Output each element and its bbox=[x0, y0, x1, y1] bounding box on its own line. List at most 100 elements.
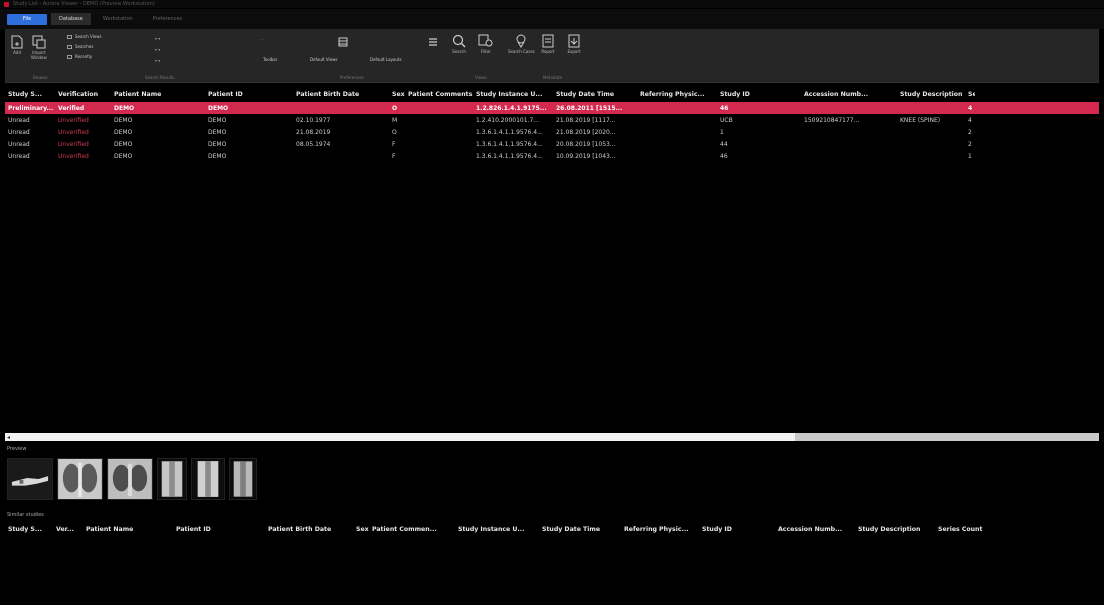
column-header[interactable]: Accession Numb... bbox=[801, 91, 897, 98]
report-button[interactable]: Report bbox=[541, 34, 555, 54]
column-header[interactable]: Study Description bbox=[897, 91, 965, 98]
table-cell: 1.3.6.1.4.1.1.9576.4... bbox=[476, 152, 543, 160]
search-label: Search bbox=[452, 49, 466, 54]
similar-column-header[interactable]: Patient Birth Date bbox=[265, 526, 353, 533]
grid-icon bbox=[338, 37, 348, 47]
similar-column-header[interactable]: Study Description bbox=[855, 526, 935, 533]
table-cell: 4 bbox=[968, 116, 972, 124]
table-cell: O bbox=[392, 128, 397, 136]
recently-item[interactable]: Recently bbox=[67, 54, 92, 59]
table-cell: Unread bbox=[8, 128, 30, 136]
thumbnail-chest-xray-1[interactable] bbox=[57, 458, 103, 500]
table-cell: 21.08.2019 [1117... bbox=[556, 116, 616, 124]
default-views-item[interactable]: Default Views bbox=[310, 57, 337, 62]
horizontal-scrollbar[interactable]: ◂ bbox=[5, 433, 1099, 441]
table-row[interactable]: Unread Unverified DEMO DEMO F 1.3.6.1.4.1.1.9… bbox=[5, 150, 1099, 162]
import-window-label: Import Window bbox=[31, 50, 47, 60]
column-header[interactable]: Patient Name bbox=[111, 91, 205, 98]
default-layouts-item[interactable]: Default Layouts bbox=[370, 57, 402, 62]
column-header[interactable]: Referring Physic... bbox=[637, 91, 717, 98]
table-cell: DEMO bbox=[208, 128, 227, 136]
table-row[interactable]: Unread Unverified DEMO DEMO 02.10.1977 M 1.2.4… bbox=[5, 114, 1099, 126]
table-cell: DEMO bbox=[208, 104, 229, 112]
toolbar-dots: · · bbox=[260, 37, 264, 42]
similar-column-header[interactable]: Study S... bbox=[5, 526, 53, 533]
thumbnail-spine-xray-1[interactable] bbox=[157, 458, 187, 500]
column-header[interactable]: Verification bbox=[55, 91, 111, 98]
table-cell: 20.08.2019 [1053... bbox=[556, 140, 616, 148]
group-label-browse: Browse bbox=[33, 75, 48, 80]
column-header[interactable]: Study Instance U... bbox=[473, 91, 553, 98]
column-header[interactable]: Se bbox=[965, 91, 975, 98]
table-row[interactable]: Unread Unverified DEMO DEMO 21.08.2019 O 1.3.6… bbox=[5, 126, 1099, 138]
default-views-button[interactable] bbox=[338, 37, 348, 47]
column-header[interactable]: Patient ID bbox=[205, 91, 293, 98]
dropdown-placeholder-2[interactable]: ▾ ▾ bbox=[155, 47, 160, 52]
column-header[interactable]: Patient Comments... bbox=[405, 91, 473, 98]
column-header[interactable]: Patient Birth Date bbox=[293, 91, 389, 98]
similar-column-header[interactable]: Patient Commen... bbox=[369, 526, 455, 533]
dropdown-placeholder-3[interactable]: ▾ ▾ bbox=[155, 58, 160, 63]
search-views-item[interactable]: Search Views bbox=[67, 34, 102, 39]
table-cell: Unverified bbox=[58, 116, 89, 124]
thumbnail-spine-xray-2[interactable] bbox=[191, 458, 225, 500]
similar-column-header[interactable]: Patient Name bbox=[83, 526, 173, 533]
similar-column-header[interactable]: Study Instance U... bbox=[455, 526, 539, 533]
similar-column-header[interactable]: Ver... bbox=[53, 526, 83, 533]
column-header[interactable]: Sex bbox=[389, 91, 405, 98]
thumbnail-chest-xray-2[interactable] bbox=[107, 458, 153, 500]
table-cell: DEMO bbox=[114, 140, 133, 148]
table-cell: 1 bbox=[968, 152, 972, 160]
tab-workstation[interactable]: Workstation bbox=[95, 13, 141, 25]
table-cell: 4 bbox=[968, 104, 973, 112]
similar-column-header[interactable]: Accession Numb... bbox=[775, 526, 855, 533]
table-cell: 26.08.2011 [1515... bbox=[556, 104, 623, 112]
scroll-left-arrow-icon[interactable]: ◂ bbox=[7, 434, 10, 441]
table-cell: 08.05.1974 bbox=[296, 140, 331, 148]
table-row[interactable]: Unread Unverified DEMO DEMO 08.05.1974 F 1.3.6… bbox=[5, 138, 1099, 150]
table-row[interactable]: Preliminary... Verified DEMO DEMO O 1.2.826.1… bbox=[5, 102, 1099, 114]
similar-column-header[interactable]: Study ID bbox=[699, 526, 775, 533]
dropdown-placeholder-1[interactable]: ▾ ▾ bbox=[155, 36, 160, 41]
thumbnail-hand-xray[interactable] bbox=[7, 458, 53, 500]
file-menu-button[interactable]: File bbox=[7, 13, 47, 25]
export-button[interactable]: Export bbox=[567, 34, 581, 54]
similar-column-header[interactable]: Patient ID bbox=[173, 526, 265, 533]
list-button[interactable] bbox=[428, 37, 438, 49]
group-label-preferences: Preferences bbox=[340, 75, 364, 80]
scrollbar-thumb[interactable] bbox=[5, 433, 795, 441]
tab-database[interactable]: Database bbox=[51, 13, 91, 25]
import-icon bbox=[32, 35, 46, 49]
table-cell: F bbox=[392, 140, 396, 148]
filter-button[interactable]: Filter bbox=[478, 34, 494, 54]
similar-column-header[interactable]: Study Date Time bbox=[539, 526, 621, 533]
add-label: Add bbox=[13, 50, 21, 55]
filter-icon bbox=[478, 34, 493, 47]
recently-label: Recently bbox=[75, 54, 93, 59]
similar-column-header[interactable]: Referring Physic... bbox=[621, 526, 699, 533]
table-cell: M bbox=[392, 116, 398, 124]
import-window-button[interactable]: Import Window bbox=[31, 35, 47, 60]
table-cell: 02.10.1977 bbox=[296, 116, 331, 124]
add-button[interactable]: Add bbox=[11, 35, 23, 55]
search-button[interactable]: Search bbox=[452, 34, 466, 54]
default-layouts-label: Default Layouts bbox=[370, 57, 402, 62]
column-header[interactable]: Study Date Time bbox=[553, 91, 637, 98]
column-header[interactable]: Study ID bbox=[717, 91, 801, 98]
tab-preferences[interactable]: Preferences bbox=[145, 13, 190, 25]
similar-column-header[interactable]: Sex bbox=[353, 526, 369, 533]
column-header[interactable]: Study S... bbox=[5, 91, 55, 98]
table-cell: 1.3.6.1.4.1.1.9576.4... bbox=[476, 140, 543, 148]
search-cases-button[interactable]: Search Cases bbox=[508, 34, 535, 54]
group-label-search-results: Search Results bbox=[145, 75, 175, 80]
table-cell: Unverified bbox=[58, 140, 89, 148]
table-cell: Unread bbox=[8, 116, 30, 124]
toolbar-item[interactable]: Toolbar bbox=[263, 57, 277, 62]
table-cell: DEMO bbox=[208, 116, 227, 124]
table-cell: Unread bbox=[8, 140, 30, 148]
table-cell: O bbox=[392, 104, 398, 112]
similar-column-header[interactable]: Series Count bbox=[935, 526, 989, 533]
thumbnail-spine-xray-3[interactable] bbox=[229, 458, 257, 500]
searches-item[interactable]: Searches bbox=[67, 44, 93, 49]
title-bar: Study List - Aurora Viewer - DEMO (Previ… bbox=[0, 0, 1104, 8]
